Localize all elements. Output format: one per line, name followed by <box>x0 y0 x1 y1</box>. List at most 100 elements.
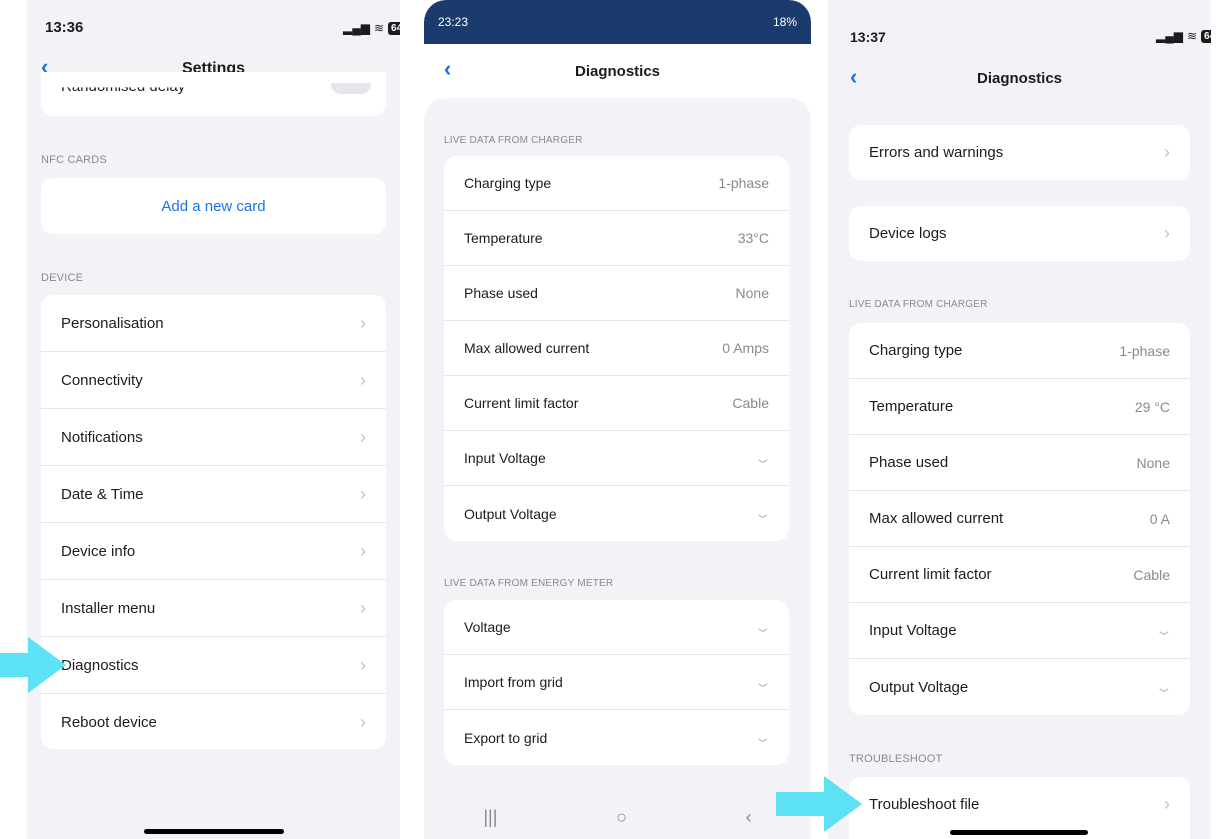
highlight-arrow-icon <box>776 776 862 832</box>
row-label: Input Voltage <box>464 450 546 466</box>
list-item-installer-menu[interactable]: Installer menu › <box>41 580 386 637</box>
chevron-down-icon: ⌄ <box>753 449 773 466</box>
errors-warnings-item[interactable]: Errors and warnings › <box>849 125 1190 180</box>
add-card-label: Add a new card <box>161 197 266 215</box>
chevron-down-icon: ⌄ <box>753 673 773 690</box>
row-label: Voltage <box>464 619 511 635</box>
status-time: 13:37 <box>850 29 886 45</box>
chevron-down-icon: ⌄ <box>1154 678 1174 695</box>
list-item-label: Notifications <box>61 428 143 446</box>
chevron-down-icon: ⌄ <box>753 505 773 521</box>
status-icons: ▂▄▆ ≋ 64 <box>343 21 400 35</box>
row-value: 0 Amps <box>722 340 769 356</box>
row-label: Phase used <box>464 285 538 301</box>
row-label: Current limit factor <box>869 566 992 583</box>
data-row-limit-factor: Current limit factor Cable <box>444 376 789 431</box>
row-label: Temperature <box>464 230 543 246</box>
list-item-label: Personalisation <box>61 314 164 332</box>
back-nav-icon[interactable]: ‹ <box>746 807 752 828</box>
status-time: 23:23 <box>438 15 469 29</box>
expandable-row-voltage[interactable]: Voltage ⌄ <box>444 600 789 655</box>
list-item-label: Troubleshoot file <box>869 796 980 813</box>
battery-icon: 64 <box>388 21 400 35</box>
row-label: Output Voltage <box>464 505 557 522</box>
charger-section-header: LIVE DATA FROM CHARGER <box>444 135 583 146</box>
highlight-arrow-icon <box>0 637 66 693</box>
charger-data-list: Charging type 1-phase Temperature 33°C Pha… <box>444 156 789 541</box>
recents-icon[interactable]: ||| <box>483 807 497 828</box>
status-icons: ▂▄▆ ≋ 64 <box>1156 29 1211 43</box>
home-indicator <box>144 829 284 834</box>
row-label: Charging type <box>869 342 963 359</box>
expandable-row-input-voltage[interactable]: Input Voltage ⌄ <box>444 431 789 486</box>
status-battery-percent: 18% <box>772 15 797 29</box>
list-item-notifications[interactable]: Notifications › <box>41 409 386 466</box>
list-item-diagnostics[interactable]: Diagnostics › <box>41 637 386 694</box>
chevron-right-icon: › <box>360 712 366 732</box>
add-card-button[interactable]: Add a new card <box>41 178 386 234</box>
wifi-icon: ≋ <box>1186 29 1198 43</box>
home-icon[interactable]: ○ <box>616 807 627 828</box>
charger-data-list: Charging type 1-phase Temperature 29 °C Ph… <box>849 323 1190 715</box>
chevron-right-icon: › <box>360 654 366 675</box>
data-row-charging-type: Charging type 1-phase <box>444 156 789 211</box>
android-nav-bar: ||| ○ ‹ <box>424 795 811 839</box>
device-section-header: DEVICE <box>41 272 84 284</box>
row-label: Export to grid <box>464 729 548 746</box>
chevron-right-icon: › <box>1164 142 1170 162</box>
row-value: 33°C <box>737 230 769 246</box>
list-item-personalisation[interactable]: Personalisation › <box>41 295 386 352</box>
chevron-right-icon: › <box>360 540 366 561</box>
row-label: Max allowed current <box>464 340 590 356</box>
page-title: Diagnostics <box>574 63 661 80</box>
row-value: 1-phase <box>718 175 769 191</box>
expandable-row-input-voltage[interactable]: Input Voltage ⌄ <box>849 603 1190 659</box>
row-value: 1-phase <box>1119 342 1170 359</box>
data-row-phase-used: Phase used None <box>444 266 789 321</box>
list-item-date-time[interactable]: Date & Time › <box>41 466 386 523</box>
list-item-connectivity[interactable]: Connectivity › <box>41 352 386 409</box>
signal-icon: ▂▄▆ <box>343 21 370 35</box>
list-item-label: Device logs <box>869 225 947 242</box>
row-value: 0 A <box>1149 510 1170 527</box>
chevron-right-icon: › <box>1164 223 1170 243</box>
expandable-row-output-voltage[interactable]: Output Voltage ⌄ <box>849 659 1190 715</box>
chevron-right-icon: › <box>360 369 366 390</box>
row-label: Temperature <box>869 398 954 415</box>
data-row-temperature: Temperature 33°C <box>444 211 789 266</box>
wifi-icon: ≋ <box>373 21 385 35</box>
expandable-row-output-voltage[interactable]: Output Voltage ⌄ <box>444 486 789 541</box>
chevron-down-icon: ⌄ <box>753 618 773 635</box>
expandable-row-export[interactable]: Export to grid ⌄ <box>444 710 789 765</box>
content-panel: LIVE DATA FROM CHARGER Charging type 1-ph… <box>424 98 811 798</box>
diagnostics-screen-ios: 13:37 ▂▄▆ ≋ 64 ‹ Diagnostics Errors and … <box>828 0 1211 839</box>
charger-section-header: LIVE DATA FROM CHARGER <box>849 299 988 310</box>
list-item-label: Reboot device <box>61 714 157 731</box>
chevron-right-icon: › <box>360 312 366 333</box>
randomised-delay-label: Randomised delay <box>61 78 186 95</box>
list-item-label: Date & Time <box>61 485 144 503</box>
row-value: None <box>735 285 769 301</box>
row-label: Max allowed current <box>869 510 1004 527</box>
row-label: Current limit factor <box>464 395 579 411</box>
row-value: Cable <box>1133 566 1170 583</box>
data-row-max-current: Max allowed current 0 Amps <box>444 321 789 376</box>
expandable-row-import[interactable]: Import from grid ⌄ <box>444 655 789 710</box>
row-label: Output Voltage <box>869 678 969 696</box>
device-logs-item[interactable]: Device logs › <box>849 206 1190 261</box>
list-item-device-info[interactable]: Device info › <box>41 523 386 580</box>
nfc-section-header: NFC CARDS <box>41 154 107 166</box>
row-value: 29 °C <box>1134 398 1170 415</box>
list-item-label: Diagnostics <box>61 656 139 674</box>
home-indicator <box>950 830 1088 835</box>
troubleshoot-section-header: TROUBLESHOOT <box>849 753 943 765</box>
data-row-charging-type: Charging type 1-phase <box>849 323 1190 379</box>
chevron-right-icon: › <box>1164 794 1170 814</box>
data-row-temperature: Temperature 29 °C <box>849 379 1190 435</box>
list-item-reboot-device[interactable]: Reboot device › <box>41 694 386 749</box>
chevron-right-icon: › <box>360 597 366 618</box>
row-value: None <box>1136 454 1170 471</box>
randomised-delay-toggle[interactable] <box>331 83 371 94</box>
data-row-phase-used: Phase used None <box>849 435 1190 491</box>
row-label: Phase used <box>869 454 949 471</box>
